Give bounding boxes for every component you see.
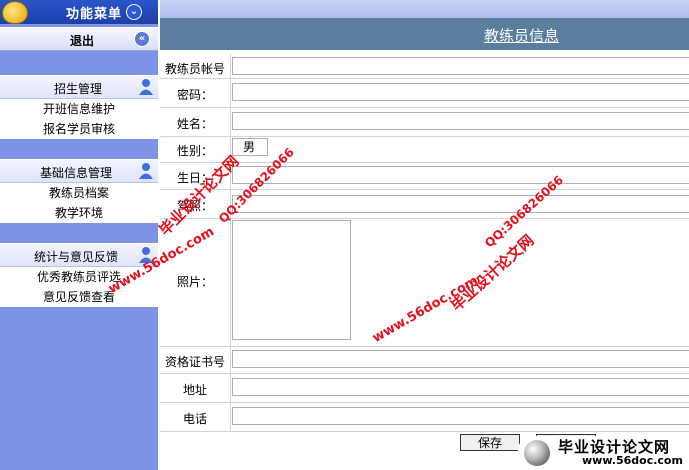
- user-icon: [139, 163, 153, 179]
- coach-account-input[interactable]: [232, 57, 689, 75]
- field-label: 教练员帐号: [164, 62, 225, 76]
- menu-item-teaching-env[interactable]: 教学环境: [0, 203, 158, 223]
- field-label: 性别：: [176, 144, 213, 158]
- group-title[interactable]: 招生管理: [54, 80, 102, 97]
- logout-bar[interactable]: 退出 «: [0, 27, 158, 51]
- group-header[interactable]: 招生管理: [0, 75, 158, 99]
- user-icon: [139, 79, 153, 95]
- divider: [230, 374, 231, 402]
- form-row: 教练员帐号: [160, 54, 689, 79]
- field-label: 姓名：: [176, 117, 213, 131]
- logout-link[interactable]: 退出: [70, 32, 94, 49]
- divider: [230, 347, 231, 373]
- group-header[interactable]: 统计与意见反馈: [0, 243, 158, 267]
- collapse-menu-icon[interactable]: ⌄: [126, 4, 142, 20]
- gender-select[interactable]: 男: [232, 138, 268, 156]
- address-input[interactable]: [232, 378, 689, 396]
- phone-input[interactable]: [232, 407, 689, 425]
- menu-logo-icon: [2, 1, 28, 24]
- divider: [230, 218, 231, 346]
- menu-title: 功能菜单: [66, 7, 123, 22]
- field-label: 地址: [182, 383, 207, 397]
- divider: [230, 403, 231, 431]
- divider: [230, 108, 231, 136]
- group-title[interactable]: 统计与意见反馈: [34, 248, 118, 265]
- form-row: 电话: [160, 403, 689, 432]
- menu-group-basic-info: 基础信息管理 教练员档案 教学环境: [0, 159, 158, 223]
- watermark-logo: 毕业设计论文网 www.56doc.com: [518, 436, 688, 470]
- group-title[interactable]: 基础信息管理: [40, 164, 112, 181]
- menu-item-student-review[interactable]: 报名学员审核: [0, 119, 158, 139]
- certificate-number-input[interactable]: [232, 350, 689, 368]
- menu-item-feedback[interactable]: 意见反馈查看: [0, 287, 158, 307]
- form-row: 姓名：: [160, 108, 689, 137]
- page-title: 教练员信息: [484, 27, 560, 45]
- title-bar: 教练员信息: [160, 18, 689, 50]
- divider: [230, 79, 231, 107]
- photo-upload-area[interactable]: [232, 220, 351, 340]
- top-band: [160, 0, 689, 18]
- field-label: 照片：: [176, 275, 213, 289]
- save-button[interactable]: 保存: [460, 434, 520, 451]
- form-row: 资格证书号: [160, 347, 689, 374]
- double-chevron-left-icon[interactable]: «: [134, 31, 150, 47]
- menu-group-admissions: 招生管理 开班信息维护 报名学员审核: [0, 75, 158, 139]
- watermark-logo-url: www.56doc.com: [582, 454, 683, 467]
- coach-info-form: 教练员帐号 密码： 姓名： 性别： 男 生日： 驾照： 照片： 资格证书号 地址…: [160, 50, 689, 470]
- globe-icon: [524, 440, 550, 466]
- group-header[interactable]: 基础信息管理: [0, 159, 158, 183]
- menu-header: 功能菜单 ⌄: [0, 0, 158, 24]
- menu-item-class-info[interactable]: 开班信息维护: [0, 99, 158, 119]
- password-input[interactable]: [232, 83, 689, 101]
- field-label: 密码：: [176, 88, 213, 102]
- sidebar: 功能菜单 ⌄ 退出 « 招生管理 开班信息维护 报名学员审核 基础信息管理 教练…: [0, 0, 158, 470]
- form-row: 性别： 男: [160, 136, 689, 163]
- birthday-input[interactable]: [232, 166, 689, 184]
- license-input[interactable]: [232, 195, 689, 213]
- menu-item-coach-records[interactable]: 教练员档案: [0, 183, 158, 203]
- divider: [230, 54, 231, 78]
- form-row: 地址: [160, 374, 689, 403]
- field-label: 资格证书号: [164, 355, 225, 369]
- field-label: 电话: [182, 412, 207, 426]
- name-input[interactable]: [232, 112, 689, 130]
- form-row: 密码：: [160, 79, 689, 108]
